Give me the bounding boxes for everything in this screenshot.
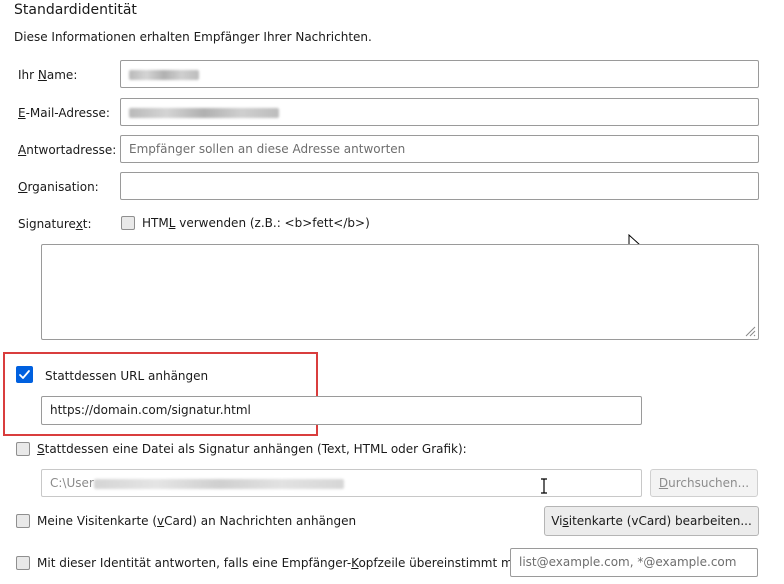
html-checkbox[interactable]	[121, 216, 135, 230]
name-input[interactable]	[120, 60, 759, 88]
reply-identity-input[interactable]: list@example.com, *@example.com	[510, 548, 758, 577]
organisation-label: Organisation:	[18, 180, 99, 194]
signature-textarea[interactable]	[41, 244, 759, 340]
url-checkbox-label[interactable]: Stattdessen URL anhängen	[45, 368, 208, 384]
signature-file-input[interactable]: C:\User	[41, 469, 642, 497]
html-checkbox-label[interactable]: HTML verwenden (z.B.: <b>fett</b>)	[142, 215, 370, 231]
email-label: E-Mail-Adresse:	[18, 106, 110, 120]
signature-label: Signaturext:	[18, 217, 92, 231]
name-label: Ihr Name:	[18, 68, 78, 82]
checkmark-icon	[19, 370, 30, 379]
file-checkbox-label[interactable]: Stattdessen eine Datei als Signatur anhä…	[37, 441, 467, 457]
section-title: Standardidentität	[14, 2, 137, 18]
signature-url-input[interactable]: https://domain.com/signatur.html	[41, 396, 642, 425]
email-input[interactable]	[120, 98, 759, 126]
reply-address-input[interactable]: Empfänger sollen an diese Adresse antwor…	[120, 135, 759, 163]
resize-grip-icon[interactable]	[745, 326, 756, 337]
url-checkbox[interactable]	[16, 366, 33, 383]
reply-label: Antwortadresse:	[18, 143, 117, 157]
organisation-input[interactable]	[120, 172, 759, 200]
vcard-checkbox[interactable]	[16, 514, 30, 528]
vcard-checkbox-label[interactable]: Meine Visitenkarte (vCard) an Nachrichte…	[37, 513, 356, 529]
file-checkbox[interactable]	[16, 442, 30, 456]
reply-identity-label[interactable]: Mit dieser Identität antworten, falls ei…	[37, 555, 525, 571]
edit-vcard-button[interactable]: Visitenkarte (vCard) bearbeiten...	[544, 506, 759, 536]
reply-identity-checkbox[interactable]	[16, 556, 30, 570]
browse-button[interactable]: Durchsuchen...	[650, 469, 758, 497]
section-subtitle: Diese Informationen erhalten Empfänger I…	[14, 30, 372, 44]
text-cursor-icon	[541, 478, 547, 494]
